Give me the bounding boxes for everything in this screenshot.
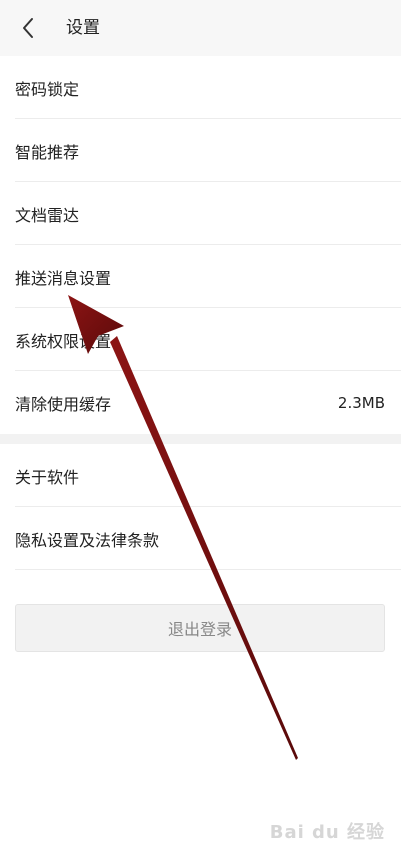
- setting-label: 关于软件: [15, 467, 80, 487]
- cache-size-value: 2.3MB: [337, 393, 385, 412]
- page-title: 设置: [66, 18, 100, 38]
- setting-doc-radar[interactable]: 文档雷达: [0, 182, 401, 245]
- setting-label: 推送消息设置: [15, 268, 112, 288]
- setting-label: 隐私设置及法律条款: [15, 530, 160, 550]
- watermark-logo: Bai du 经验: [269, 822, 385, 843]
- back-button[interactable]: [14, 14, 42, 42]
- settings-list-about: 关于软件 隐私设置及法律条款: [0, 444, 401, 570]
- setting-label: 密码锁定: [15, 79, 80, 99]
- setting-privacy-legal[interactable]: 隐私设置及法律条款: [0, 507, 401, 570]
- setting-smart-recommend[interactable]: 智能推荐: [0, 119, 401, 182]
- chevron-left-icon: [23, 18, 33, 38]
- settings-list-main: 密码锁定 智能推荐 文档雷达 推送消息设置 系统权限设置 清除使用缓存 2.3M…: [0, 56, 401, 434]
- setting-clear-cache[interactable]: 清除使用缓存 2.3MB: [0, 371, 401, 434]
- section-divider: [0, 434, 401, 444]
- setting-label: 文档雷达: [15, 205, 80, 225]
- logout-button[interactable]: 退出登录: [15, 604, 385, 652]
- setting-label: 智能推荐: [15, 142, 80, 162]
- setting-password-lock[interactable]: 密码锁定: [0, 56, 401, 119]
- setting-about-software[interactable]: 关于软件: [0, 444, 401, 507]
- settings-page: 设置 密码锁定 智能推荐 文档雷达 推送消息设置 系统权限设置 清除使用缓存 2…: [0, 0, 401, 856]
- setting-label: 系统权限设置: [15, 331, 112, 351]
- top-bar: 设置: [0, 0, 401, 56]
- setting-push-notifications[interactable]: 推送消息设置: [0, 245, 401, 308]
- setting-system-permissions[interactable]: 系统权限设置: [0, 308, 401, 371]
- setting-label: 清除使用缓存: [15, 394, 112, 414]
